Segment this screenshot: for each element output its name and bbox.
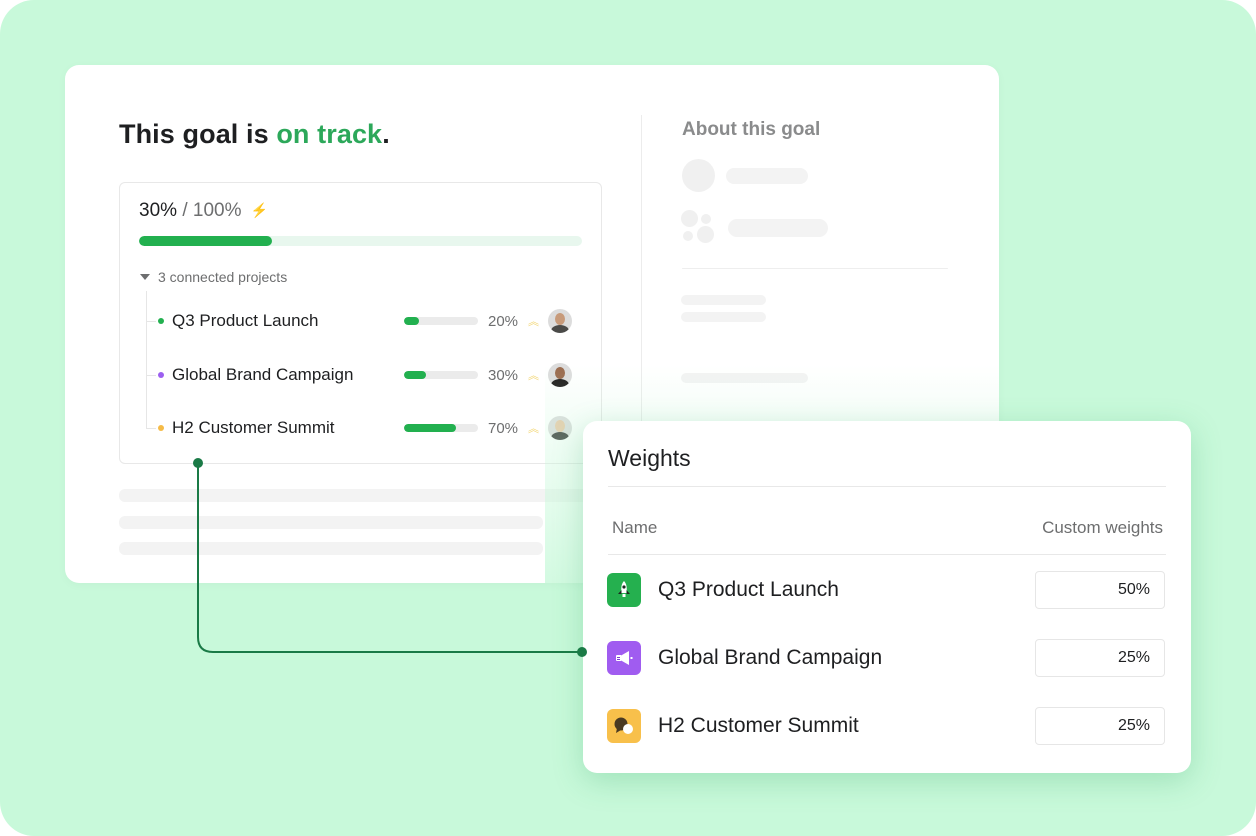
weights-title: Weights (608, 445, 691, 471)
project-progress-fill (404, 371, 427, 379)
weight-row: Global Brand Campaign (607, 639, 1165, 677)
project-row[interactable]: Q3 Product Launch 20% ︽ (146, 306, 586, 336)
column-header-custom-weights: Custom weights (1042, 518, 1163, 537)
project-row[interactable]: Global Brand Campaign 30% ︽ (146, 360, 586, 390)
weight-row-name: Global Brand Campaign (658, 646, 883, 669)
project-percent: 30% (488, 366, 519, 384)
tree-branch (146, 374, 156, 376)
caret-down-icon (140, 274, 150, 280)
progress-current: 30% (139, 200, 178, 221)
project-name: Global Brand Campaign (172, 365, 354, 384)
skeleton-line (681, 295, 766, 305)
weight-input[interactable] (1035, 571, 1165, 609)
rocket-icon (607, 573, 641, 607)
tree-branch (146, 427, 156, 429)
goal-progress-panel: 30% / 100% ⚡ 3 connected projects Q3 Pro… (119, 182, 602, 464)
project-color-dot (158, 425, 164, 431)
skeleton-line (726, 168, 808, 184)
skeleton-divider (682, 268, 948, 269)
megaphone-icon (607, 641, 641, 675)
skeleton-line (119, 542, 543, 555)
skeleton-avatar (682, 159, 715, 192)
skeleton-dot (701, 214, 711, 224)
about-goal-heading: About this goal (682, 119, 821, 140)
avatar[interactable] (548, 309, 572, 333)
goal-progress-fill (139, 236, 272, 246)
goal-status: on track (276, 119, 383, 149)
connected-projects-toggle[interactable]: 3 connected projects (140, 269, 287, 285)
skeleton-dot (697, 226, 714, 243)
connected-projects-label: 3 connected projects (158, 269, 288, 285)
skeleton-dot (681, 210, 698, 227)
skeleton-line (119, 516, 543, 529)
bolt-icon: ⚡ (250, 202, 269, 218)
project-row[interactable]: H2 Customer Summit 70% ︽ (146, 413, 586, 443)
project-percent: 20% (488, 312, 519, 330)
skeleton-line (681, 312, 766, 322)
weight-input[interactable] (1035, 707, 1165, 745)
skeleton-line (728, 219, 828, 237)
progress-target: 100% (192, 200, 242, 221)
weight-row: H2 Customer Summit (607, 707, 1165, 745)
project-name: H2 Customer Summit (172, 418, 335, 437)
tree-branch (146, 320, 156, 322)
weight-row-name: H2 Customer Summit (658, 714, 859, 737)
progress-readout: 30% / 100% ⚡ (139, 200, 268, 222)
project-progress-bar (404, 424, 478, 432)
double-chevron-up-icon: ︽ (528, 316, 539, 328)
divider (608, 486, 1166, 487)
project-name: Q3 Product Launch (172, 311, 319, 330)
project-progress-bar (404, 371, 478, 379)
project-percent: 70% (488, 419, 519, 437)
heading-suffix: . (382, 119, 390, 149)
chat-bubbles-icon (607, 709, 641, 743)
project-progress-bar (404, 317, 478, 325)
project-progress-fill (404, 424, 456, 432)
skeleton-dot (683, 231, 693, 241)
weight-row-name: Q3 Product Launch (658, 578, 839, 601)
goal-status-heading: This goal is on track. (119, 119, 390, 150)
skeleton-line (119, 489, 599, 502)
column-header-name: Name (612, 518, 658, 537)
divider (608, 554, 1166, 555)
project-progress-fill (404, 317, 419, 325)
project-color-dot (158, 372, 164, 378)
goal-progress-bar (139, 236, 582, 246)
weight-row: Q3 Product Launch (607, 571, 1165, 609)
weights-panel: Weights Name Custom weights Q3 Product L… (583, 421, 1191, 773)
progress-separator: / (182, 200, 188, 221)
heading-prefix: This goal is (119, 119, 269, 149)
project-color-dot (158, 318, 164, 324)
weight-input[interactable] (1035, 639, 1165, 677)
